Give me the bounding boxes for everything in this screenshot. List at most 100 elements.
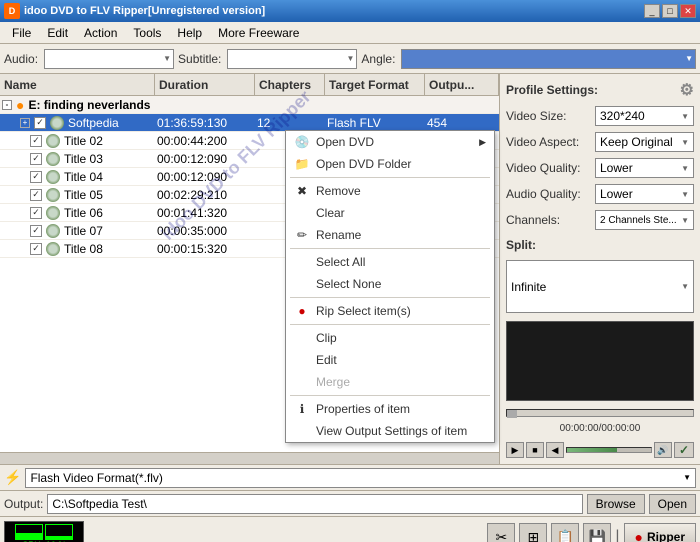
paste-button[interactable]: 📋 xyxy=(551,523,579,542)
audio-combo[interactable]: ▼ xyxy=(44,49,174,69)
player-controls: ▶ ■ ◀ 🔊 ✓ xyxy=(506,442,694,458)
subtitle-combo[interactable]: ▼ xyxy=(227,49,357,69)
app-icon: D xyxy=(4,3,20,19)
disc-icon xyxy=(46,152,60,166)
close-button[interactable]: ✕ xyxy=(680,4,696,18)
ctx-select-none[interactable]: Select None xyxy=(286,273,494,295)
open-dvd-icon: 💿 xyxy=(294,134,310,150)
angle-combo[interactable]: ▼ xyxy=(401,49,696,69)
stop-button[interactable]: ■ xyxy=(526,442,544,458)
gear-icon[interactable]: ⚙ xyxy=(680,80,694,100)
volume-slider[interactable] xyxy=(566,447,652,453)
video-aspect-label: Video Aspect: xyxy=(506,135,591,149)
ctx-view-output[interactable]: View Output Settings of item xyxy=(286,420,494,442)
speaker-icon[interactable]: 🔊 xyxy=(654,442,672,458)
title-bar-controls: _ □ ✕ xyxy=(644,4,696,18)
ctx-edit[interactable]: Edit xyxy=(286,349,494,371)
horizontal-scrollbar[interactable] xyxy=(0,452,499,464)
maximize-button[interactable]: □ xyxy=(662,4,678,18)
ctx-separator-4 xyxy=(290,324,490,325)
minimize-button[interactable]: _ xyxy=(644,4,660,18)
col-duration[interactable]: Duration xyxy=(155,74,255,95)
row-checkbox[interactable] xyxy=(30,171,42,183)
output-field[interactable]: C:\Softpedia Test\ xyxy=(47,494,582,514)
video-aspect-arrow: ▼ xyxy=(681,138,689,147)
profile-settings-header: Profile Settings: ⚙ xyxy=(506,80,694,100)
audio-quality-combo[interactable]: Lower ▼ xyxy=(595,184,694,204)
row-checkbox[interactable] xyxy=(30,135,42,147)
channels-combo[interactable]: 2 Channels Ste... ▼ xyxy=(595,210,694,230)
col-output[interactable]: Outpu... xyxy=(425,74,499,95)
row-checkbox[interactable] xyxy=(30,189,42,201)
row-duration: 01:36:59:130 xyxy=(155,116,255,130)
row-checkbox[interactable] xyxy=(34,117,46,129)
row-name: Title 07 xyxy=(64,224,103,238)
open-button[interactable]: Open xyxy=(649,494,696,514)
row-format: Flash FLV xyxy=(325,116,425,130)
copy-button[interactable]: ⊞ xyxy=(519,523,547,542)
confirm-button[interactable]: ✓ xyxy=(674,442,694,458)
row-checkbox[interactable] xyxy=(30,243,42,255)
ctx-rip-select[interactable]: ● Rip Select item(s) xyxy=(286,300,494,322)
video-aspect-combo[interactable]: Keep Original ▼ xyxy=(595,132,694,152)
video-quality-combo[interactable]: Lower ▼ xyxy=(595,158,694,178)
row-name: Title 02 xyxy=(64,134,103,148)
row-checkbox[interactable] xyxy=(30,225,42,237)
seek-handle[interactable] xyxy=(507,410,517,418)
group-name: E: finding neverlands xyxy=(28,98,150,112)
disc-icon xyxy=(46,170,60,184)
menu-action[interactable]: Action xyxy=(76,24,125,42)
ctx-select-all[interactable]: Select All xyxy=(286,251,494,273)
taskbar-row: CPU: 16 % ✂ ⊞ 📋 💾 | ● Ripper xyxy=(0,517,700,542)
menu-file[interactable]: File xyxy=(4,24,39,42)
row-checkbox[interactable] xyxy=(30,207,42,219)
volume-fill xyxy=(567,448,617,452)
video-size-row: Video Size: 320*240 ▼ xyxy=(506,106,694,126)
output-label: Output: xyxy=(4,497,43,511)
save-button[interactable]: 💾 xyxy=(583,523,611,542)
ctx-clip-label: Clip xyxy=(316,331,337,345)
prev-button[interactable]: ◀ xyxy=(546,442,564,458)
profile-combo[interactable]: Flash Video Format(*.flv) ▼ xyxy=(25,468,696,488)
row-checkbox[interactable] xyxy=(30,153,42,165)
menu-tools[interactable]: Tools xyxy=(125,24,169,42)
channels-arrow: ▼ xyxy=(681,216,689,225)
output-row: Output: C:\Softpedia Test\ Browse Open xyxy=(0,491,700,517)
ctx-open-dvd[interactable]: 💿 Open DVD ▶ xyxy=(286,131,494,153)
submenu-arrow: ▶ xyxy=(479,137,486,148)
context-menu: 💿 Open DVD ▶ 📁 Open DVD Folder ✖ Remove … xyxy=(285,130,495,443)
menu-help[interactable]: Help xyxy=(169,24,210,42)
col-format[interactable]: Target Format xyxy=(325,74,425,95)
row-name: Title 05 xyxy=(64,188,103,202)
ctx-rename[interactable]: ✏ Rename xyxy=(286,224,494,246)
record-icon: ● xyxy=(635,529,643,542)
ctx-open-dvd-folder[interactable]: 📁 Open DVD Folder xyxy=(286,153,494,175)
ctx-clip[interactable]: Clip xyxy=(286,327,494,349)
menu-edit[interactable]: Edit xyxy=(39,24,76,42)
col-chapters[interactable]: Chapters xyxy=(255,74,325,95)
ctx-remove[interactable]: ✖ Remove xyxy=(286,180,494,202)
ctx-clear[interactable]: Clear xyxy=(286,202,494,224)
video-size-combo[interactable]: 320*240 ▼ xyxy=(595,106,694,126)
split-label: Split: xyxy=(506,238,694,252)
ctx-properties[interactable]: ℹ Properties of item xyxy=(286,398,494,420)
row-name: Softpedia xyxy=(68,116,119,130)
clear-icon xyxy=(294,205,310,221)
row-name: Title 04 xyxy=(64,170,103,184)
split-combo[interactable]: Infinite ▼ xyxy=(506,260,694,313)
browse-button[interactable]: Browse xyxy=(587,494,645,514)
expand-icon[interactable]: - xyxy=(2,100,12,110)
menu-more-freeware[interactable]: More Freeware xyxy=(210,24,307,42)
cpu-display: CPU: 16 % xyxy=(4,521,84,542)
profile-row: ⚡ Flash Video Format(*.flv) ▼ xyxy=(0,465,700,491)
scissors-button[interactable]: ✂ xyxy=(487,523,515,542)
ripper-button[interactable]: ● Ripper xyxy=(624,523,696,542)
seek-bar[interactable] xyxy=(506,409,694,417)
play-button[interactable]: ▶ xyxy=(506,442,524,458)
ctx-edit-label: Edit xyxy=(316,353,337,367)
separator-icon: | xyxy=(615,528,619,542)
channels-label: Channels: xyxy=(506,213,591,227)
table-row[interactable]: - ● E: finding neverlands xyxy=(0,96,499,114)
col-name[interactable]: Name xyxy=(0,74,155,95)
expand-icon[interactable]: + xyxy=(20,118,30,128)
